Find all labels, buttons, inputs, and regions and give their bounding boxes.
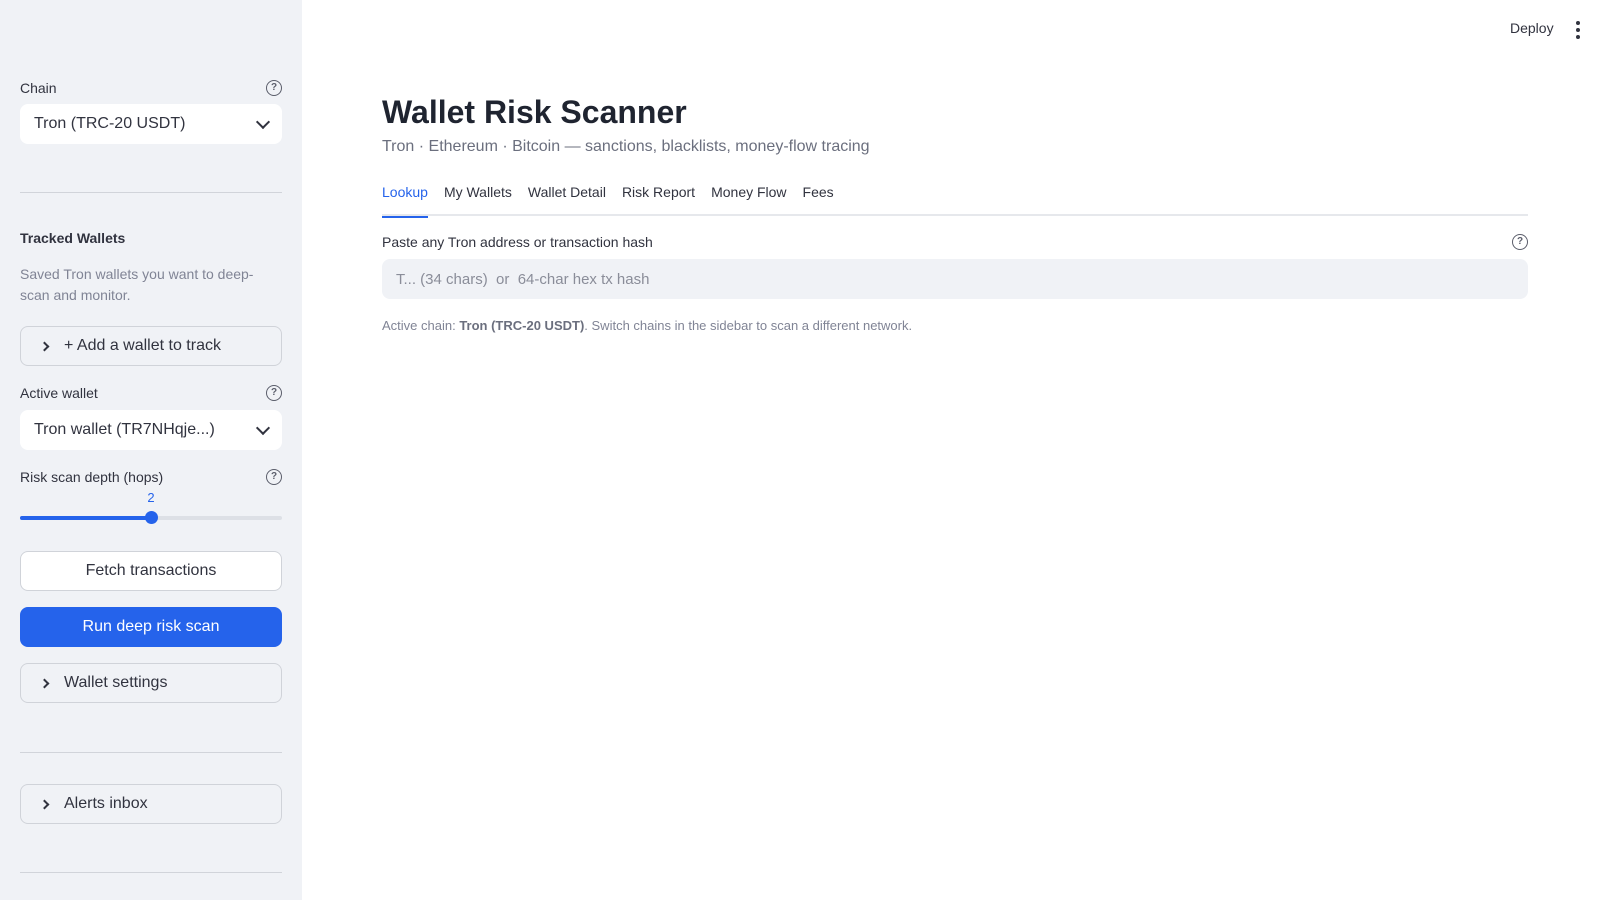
sidebar: Chain ? Tron (TRC-20 USDT) Tracked Walle… — [0, 0, 302, 900]
chevron-down-icon — [255, 420, 271, 435]
chevron-right-icon — [39, 341, 50, 351]
fetch-transactions-button[interactable]: Fetch transactions — [20, 551, 282, 591]
page-title: Wallet Risk Scanner — [382, 94, 687, 130]
tab-bar: Lookup My Wallets Wallet Detail Risk Rep… — [382, 180, 1528, 218]
active-wallet-select-value: Tron wallet (TR7NHqje...) — [34, 421, 215, 438]
depth-slider-value: 2 — [147, 490, 155, 505]
sidebar-divider — [20, 192, 282, 193]
lookup-input[interactable] — [382, 259, 1528, 299]
lookup-label-row: Paste any Tron address or transaction ha… — [382, 234, 1528, 250]
add-wallet-expander[interactable]: + Add a wallet to track — [20, 326, 282, 366]
tab-fees[interactable]: Fees — [803, 180, 834, 216]
tab-risk-report[interactable]: Risk Report — [622, 180, 695, 216]
sidebar-divider — [20, 872, 282, 873]
tab-wallet-detail[interactable]: Wallet Detail — [528, 180, 606, 216]
active-wallet-select[interactable]: Tron wallet (TR7NHqje...) — [20, 410, 282, 450]
tab-my-wallets[interactable]: My Wallets — [444, 180, 512, 216]
active-wallet-label: Active wallet — [20, 385, 98, 401]
alerts-inbox-expander[interactable]: Alerts inbox — [20, 784, 282, 824]
depth-label-row: Risk scan depth (hops) ? — [20, 467, 282, 487]
tracked-wallets-caption: Saved Tron wallets you want to deep-scan… — [20, 266, 254, 303]
sidebar-divider — [20, 752, 282, 753]
chain-label-row: Chain ? — [20, 78, 282, 98]
help-icon[interactable]: ? — [266, 469, 282, 485]
add-wallet-label: + Add a wallet to track — [64, 337, 221, 354]
chevron-right-icon — [39, 678, 50, 688]
active-chain-caption-prefix: Active chain: — [382, 318, 460, 333]
deploy-button[interactable]: Deploy — [1510, 20, 1554, 36]
tab-money-flow[interactable]: Money Flow — [711, 180, 786, 216]
chain-label: Chain — [20, 80, 57, 96]
chevron-right-icon — [39, 799, 50, 809]
alerts-inbox-label: Alerts inbox — [64, 795, 148, 812]
active-chain-caption: Active chain: Tron (TRC-20 USDT). Switch… — [382, 318, 912, 333]
depth-slider[interactable] — [20, 511, 282, 524]
help-icon[interactable]: ? — [1512, 234, 1528, 250]
help-icon[interactable]: ? — [266, 80, 282, 96]
depth-slider-fill — [20, 516, 151, 520]
active-chain-caption-chain: Tron (TRC-20 USDT) — [459, 318, 585, 333]
run-deep-risk-scan-button[interactable]: Run deep risk scan — [20, 607, 282, 647]
more-options-icon[interactable] — [1570, 20, 1586, 40]
lookup-label: Paste any Tron address or transaction ha… — [382, 234, 653, 250]
active-wallet-label-row: Active wallet ? — [20, 383, 282, 403]
wallet-settings-expander[interactable]: Wallet settings — [20, 663, 282, 703]
tracked-wallets-heading: Tracked Wallets — [20, 230, 126, 246]
active-chain-caption-suffix: . Switch chains in the sidebar to scan a… — [584, 318, 913, 333]
chevron-down-icon — [255, 114, 271, 129]
tab-lookup[interactable]: Lookup — [382, 180, 428, 218]
page-subtitle: Tron · Ethereum · Bitcoin — sanctions, b… — [382, 138, 870, 155]
depth-label: Risk scan depth (hops) — [20, 469, 164, 485]
depth-slider-thumb[interactable] — [145, 511, 158, 524]
help-icon[interactable]: ? — [266, 385, 282, 401]
wallet-settings-label: Wallet settings — [64, 674, 168, 691]
chain-select-value: Tron (TRC-20 USDT) — [34, 115, 186, 132]
chain-select[interactable]: Tron (TRC-20 USDT) — [20, 104, 282, 144]
